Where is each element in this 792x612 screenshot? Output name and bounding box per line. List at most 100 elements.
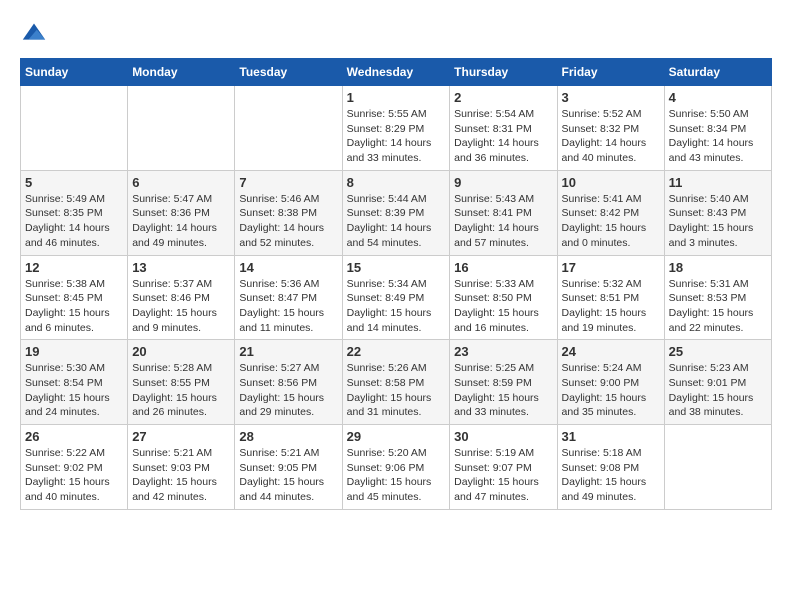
day-number: 4 <box>669 90 767 105</box>
day-number: 12 <box>25 260 123 275</box>
calendar-row: 5 Sunrise: 5:49 AMSunset: 8:35 PMDaylight… <box>21 170 772 255</box>
calendar-cell: 14 Sunrise: 5:36 AMSunset: 8:47 PMDayligh… <box>235 255 342 340</box>
calendar-cell: 5 Sunrise: 5:49 AMSunset: 8:35 PMDaylight… <box>21 170 128 255</box>
calendar-cell: 30 Sunrise: 5:19 AMSunset: 9:07 PMDayligh… <box>450 425 557 510</box>
calendar-cell: 11Sunrise: 5:40 AMSunset: 8:43 PMDayligh… <box>664 170 771 255</box>
day-info: Sunrise: 5:46 AMSunset: 8:38 PMDaylight:… <box>239 192 337 251</box>
day-info: Sunrise: 5:28 AMSunset: 8:55 PMDaylight:… <box>132 361 230 420</box>
day-info: Sunrise: 5:55 AMSunset: 8:29 PMDaylight:… <box>347 107 446 166</box>
day-number: 21 <box>239 344 337 359</box>
header-day: Saturday <box>664 59 771 86</box>
day-number: 5 <box>25 175 123 190</box>
calendar-cell <box>21 86 128 171</box>
calendar-cell <box>128 86 235 171</box>
day-info: Sunrise: 5:20 AMSunset: 9:06 PMDaylight:… <box>347 446 446 505</box>
day-number: 6 <box>132 175 230 190</box>
header-day: Friday <box>557 59 664 86</box>
day-number: 20 <box>132 344 230 359</box>
calendar-cell: 1 Sunrise: 5:55 AMSunset: 8:29 PMDaylight… <box>342 86 450 171</box>
day-info: Sunrise: 5:27 AMSunset: 8:56 PMDaylight:… <box>239 361 337 420</box>
day-number: 28 <box>239 429 337 444</box>
day-info: Sunrise: 5:37 AMSunset: 8:46 PMDaylight:… <box>132 277 230 336</box>
day-number: 19 <box>25 344 123 359</box>
calendar-cell <box>235 86 342 171</box>
calendar-row: 1 Sunrise: 5:55 AMSunset: 8:29 PMDaylight… <box>21 86 772 171</box>
day-info: Sunrise: 5:34 AMSunset: 8:49 PMDaylight:… <box>347 277 446 336</box>
page-header <box>20 20 772 48</box>
calendar-table: SundayMondayTuesdayWednesdayThursdayFrid… <box>20 58 772 510</box>
day-number: 30 <box>454 429 552 444</box>
calendar-cell: 16Sunrise: 5:33 AMSunset: 8:50 PMDayligh… <box>450 255 557 340</box>
day-info: Sunrise: 5:41 AMSunset: 8:42 PMDaylight:… <box>562 192 660 251</box>
day-info: Sunrise: 5:21 AMSunset: 9:05 PMDaylight:… <box>239 446 337 505</box>
day-info: Sunrise: 5:40 AMSunset: 8:43 PMDaylight:… <box>669 192 767 251</box>
header-day: Monday <box>128 59 235 86</box>
day-info: Sunrise: 5:44 AMSunset: 8:39 PMDaylight:… <box>347 192 446 251</box>
calendar-cell: 21 Sunrise: 5:27 AMSunset: 8:56 PMDayligh… <box>235 340 342 425</box>
day-info: Sunrise: 5:18 AMSunset: 9:08 PMDaylight:… <box>562 446 660 505</box>
day-info: Sunrise: 5:19 AMSunset: 9:07 PMDaylight:… <box>454 446 552 505</box>
header-day: Tuesday <box>235 59 342 86</box>
logo-icon <box>20 20 48 48</box>
day-number: 2 <box>454 90 552 105</box>
calendar-cell: 3 Sunrise: 5:52 AMSunset: 8:32 PMDaylight… <box>557 86 664 171</box>
day-info: Sunrise: 5:47 AMSunset: 8:36 PMDaylight:… <box>132 192 230 251</box>
day-number: 27 <box>132 429 230 444</box>
calendar-cell: 15 Sunrise: 5:34 AMSunset: 8:49 PMDayligh… <box>342 255 450 340</box>
day-info: Sunrise: 5:49 AMSunset: 8:35 PMDaylight:… <box>25 192 123 251</box>
day-number: 13 <box>132 260 230 275</box>
header-row: SundayMondayTuesdayWednesdayThursdayFrid… <box>21 59 772 86</box>
day-number: 3 <box>562 90 660 105</box>
day-info: Sunrise: 5:24 AMSunset: 9:00 PMDaylight:… <box>562 361 660 420</box>
day-number: 25 <box>669 344 767 359</box>
day-info: Sunrise: 5:23 AMSunset: 9:01 PMDaylight:… <box>669 361 767 420</box>
day-number: 1 <box>347 90 446 105</box>
calendar-row: 19 Sunrise: 5:30 AMSunset: 8:54 PMDayligh… <box>21 340 772 425</box>
day-number: 24 <box>562 344 660 359</box>
calendar-cell: 6 Sunrise: 5:47 AMSunset: 8:36 PMDaylight… <box>128 170 235 255</box>
calendar-body: 1 Sunrise: 5:55 AMSunset: 8:29 PMDaylight… <box>21 86 772 510</box>
day-number: 18 <box>669 260 767 275</box>
header-day: Thursday <box>450 59 557 86</box>
day-info: Sunrise: 5:52 AMSunset: 8:32 PMDaylight:… <box>562 107 660 166</box>
day-info: Sunrise: 5:26 AMSunset: 8:58 PMDaylight:… <box>347 361 446 420</box>
day-info: Sunrise: 5:31 AMSunset: 8:53 PMDaylight:… <box>669 277 767 336</box>
calendar-cell: 12 Sunrise: 5:38 AMSunset: 8:45 PMDayligh… <box>21 255 128 340</box>
calendar-cell: 13 Sunrise: 5:37 AMSunset: 8:46 PMDayligh… <box>128 255 235 340</box>
day-info: Sunrise: 5:30 AMSunset: 8:54 PMDaylight:… <box>25 361 123 420</box>
day-info: Sunrise: 5:38 AMSunset: 8:45 PMDaylight:… <box>25 277 123 336</box>
day-number: 7 <box>239 175 337 190</box>
day-info: Sunrise: 5:21 AMSunset: 9:03 PMDaylight:… <box>132 446 230 505</box>
calendar-cell: 25 Sunrise: 5:23 AMSunset: 9:01 PMDayligh… <box>664 340 771 425</box>
calendar-row: 26 Sunrise: 5:22 AMSunset: 9:02 PMDayligh… <box>21 425 772 510</box>
calendar-cell <box>664 425 771 510</box>
day-number: 26 <box>25 429 123 444</box>
day-number: 31 <box>562 429 660 444</box>
calendar-cell: 27 Sunrise: 5:21 AMSunset: 9:03 PMDayligh… <box>128 425 235 510</box>
calendar-cell: 2Sunrise: 5:54 AMSunset: 8:31 PMDaylight… <box>450 86 557 171</box>
calendar-cell: 17 Sunrise: 5:32 AMSunset: 8:51 PMDayligh… <box>557 255 664 340</box>
calendar-cell: 18 Sunrise: 5:31 AMSunset: 8:53 PMDayligh… <box>664 255 771 340</box>
day-number: 29 <box>347 429 446 444</box>
calendar-cell: 24 Sunrise: 5:24 AMSunset: 9:00 PMDayligh… <box>557 340 664 425</box>
calendar-row: 12 Sunrise: 5:38 AMSunset: 8:45 PMDayligh… <box>21 255 772 340</box>
day-number: 14 <box>239 260 337 275</box>
day-info: Sunrise: 5:32 AMSunset: 8:51 PMDaylight:… <box>562 277 660 336</box>
calendar-cell: 28 Sunrise: 5:21 AMSunset: 9:05 PMDayligh… <box>235 425 342 510</box>
calendar-cell: 4Sunrise: 5:50 AMSunset: 8:34 PMDaylight… <box>664 86 771 171</box>
calendar-cell: 10Sunrise: 5:41 AMSunset: 8:42 PMDayligh… <box>557 170 664 255</box>
day-number: 15 <box>347 260 446 275</box>
day-info: Sunrise: 5:22 AMSunset: 9:02 PMDaylight:… <box>25 446 123 505</box>
day-info: Sunrise: 5:36 AMSunset: 8:47 PMDaylight:… <box>239 277 337 336</box>
calendar-cell: 23Sunrise: 5:25 AMSunset: 8:59 PMDayligh… <box>450 340 557 425</box>
day-number: 17 <box>562 260 660 275</box>
day-info: Sunrise: 5:43 AMSunset: 8:41 PMDaylight:… <box>454 192 552 251</box>
calendar-header: SundayMondayTuesdayWednesdayThursdayFrid… <box>21 59 772 86</box>
calendar-cell: 29 Sunrise: 5:20 AMSunset: 9:06 PMDayligh… <box>342 425 450 510</box>
calendar-cell: 31 Sunrise: 5:18 AMSunset: 9:08 PMDayligh… <box>557 425 664 510</box>
header-day: Sunday <box>21 59 128 86</box>
calendar-cell: 22Sunrise: 5:26 AMSunset: 8:58 PMDayligh… <box>342 340 450 425</box>
logo <box>20 20 52 48</box>
calendar-cell: 19 Sunrise: 5:30 AMSunset: 8:54 PMDayligh… <box>21 340 128 425</box>
header-day: Wednesday <box>342 59 450 86</box>
